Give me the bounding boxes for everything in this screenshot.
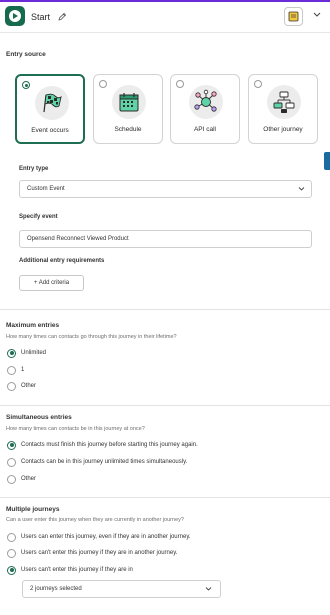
radio-button[interactable] <box>7 365 16 375</box>
specify-event-input[interactable]: Opensend Reconnect Viewed Product <box>19 230 312 248</box>
option-label: Contacts must finish this journey before… <box>21 442 198 448</box>
radio-button[interactable] <box>7 457 16 467</box>
option-label: Users can enter this journey, even if th… <box>21 534 191 540</box>
additional-requirements-label: Additional entry requirements <box>19 258 105 264</box>
simultaneous-entries-description: How many times can contacts be in this j… <box>6 426 145 432</box>
option-label: 1 <box>21 367 25 373</box>
radio-button[interactable] <box>7 565 16 575</box>
entry-card-api-call[interactable]: API call <box>170 74 240 144</box>
sticky-note-icon <box>288 11 299 22</box>
card-radio[interactable] <box>254 80 262 88</box>
option-label: Users can't enter this journey if they a… <box>21 550 178 556</box>
option-label: Other <box>21 476 37 482</box>
add-criteria-label: + Add criteria <box>33 280 70 286</box>
section-divider <box>0 497 330 498</box>
entry-source-heading: Entry source <box>6 51 46 58</box>
entry-type-label: Entry type <box>19 166 49 172</box>
entry-type-select[interactable]: Custom Event <box>19 180 312 198</box>
option-other[interactable]: Other <box>7 474 36 484</box>
specify-event-value: Opensend Reconnect Viewed Product <box>27 236 129 242</box>
panel-header: Start <box>0 2 330 33</box>
radio-button[interactable] <box>7 381 16 391</box>
option-label: Users can't enter this journey if they a… <box>21 567 133 573</box>
radio-button[interactable] <box>7 348 16 358</box>
specify-event-label: Specify event <box>19 214 58 220</box>
simultaneous-entries-heading: Simultaneous entries <box>6 414 72 421</box>
start-node-button[interactable] <box>5 6 25 26</box>
card-radio[interactable] <box>22 81 30 89</box>
option-label: Other <box>21 383 37 389</box>
option-cannot-enter-any[interactable]: Users can't enter this journey if they a… <box>7 548 177 558</box>
option-other[interactable]: Other <box>7 381 36 391</box>
maximum-entries-heading: Maximum entries <box>6 322 60 329</box>
radio-button[interactable] <box>7 474 16 484</box>
notes-button[interactable] <box>284 7 303 26</box>
card-radio[interactable] <box>176 80 184 88</box>
collapse-chevron-icon[interactable] <box>312 11 322 19</box>
edit-pencil-icon[interactable] <box>57 10 67 22</box>
calendar-icon <box>112 85 146 119</box>
section-divider <box>0 405 330 406</box>
multiple-journeys-description: Can a user enter this journey when they … <box>6 517 184 523</box>
chevron-down-icon <box>298 187 305 191</box>
card-label: Event occurs <box>31 127 69 134</box>
journeys-select[interactable]: 2 journeys selected <box>22 580 221 598</box>
chevron-down-icon <box>205 587 212 591</box>
option-can-enter[interactable]: Users can enter this journey, even if th… <box>7 532 191 542</box>
entry-card-other-journey[interactable]: Other journey <box>248 74 318 144</box>
panel-title: Start <box>31 12 51 22</box>
radio-button[interactable] <box>7 532 16 542</box>
card-label: Other journey <box>263 126 303 133</box>
radio-button[interactable] <box>7 440 16 450</box>
option-label: Unlimited <box>21 350 47 356</box>
add-criteria-button[interactable]: + Add criteria <box>19 275 84 291</box>
option-unlimited-simultaneous[interactable]: Contacts can be in this journey unlimite… <box>7 457 187 467</box>
maximum-entries-description: How many times can contacts go through t… <box>6 334 177 340</box>
option-label: Contacts can be in this journey unlimite… <box>21 459 188 465</box>
section-divider <box>0 309 330 310</box>
entry-card-schedule[interactable]: Schedule <box>93 74 163 144</box>
checkered-flag-icon <box>35 86 69 120</box>
side-panel-tab[interactable] <box>324 152 330 170</box>
option-one[interactable]: 1 <box>7 365 24 375</box>
option-must-finish[interactable]: Contacts must finish this journey before… <box>7 440 198 450</box>
entry-type-value: Custom Event <box>27 186 65 192</box>
entry-card-event-occurs[interactable]: Event occurs <box>15 74 85 144</box>
radio-button[interactable] <box>7 548 16 558</box>
journeys-select-value: 2 journeys selected <box>30 586 82 592</box>
network-nodes-icon <box>189 85 223 119</box>
option-unlimited[interactable]: Unlimited <box>7 348 46 358</box>
multiple-journeys-heading: Multiple journeys <box>6 506 60 513</box>
card-label: Schedule <box>114 126 142 133</box>
card-radio[interactable] <box>99 80 107 88</box>
play-icon <box>9 10 21 22</box>
option-cannot-enter-selected[interactable]: Users can't enter this journey if they a… <box>7 565 133 575</box>
card-label: API call <box>193 126 217 133</box>
journey-flow-icon <box>267 85 301 119</box>
